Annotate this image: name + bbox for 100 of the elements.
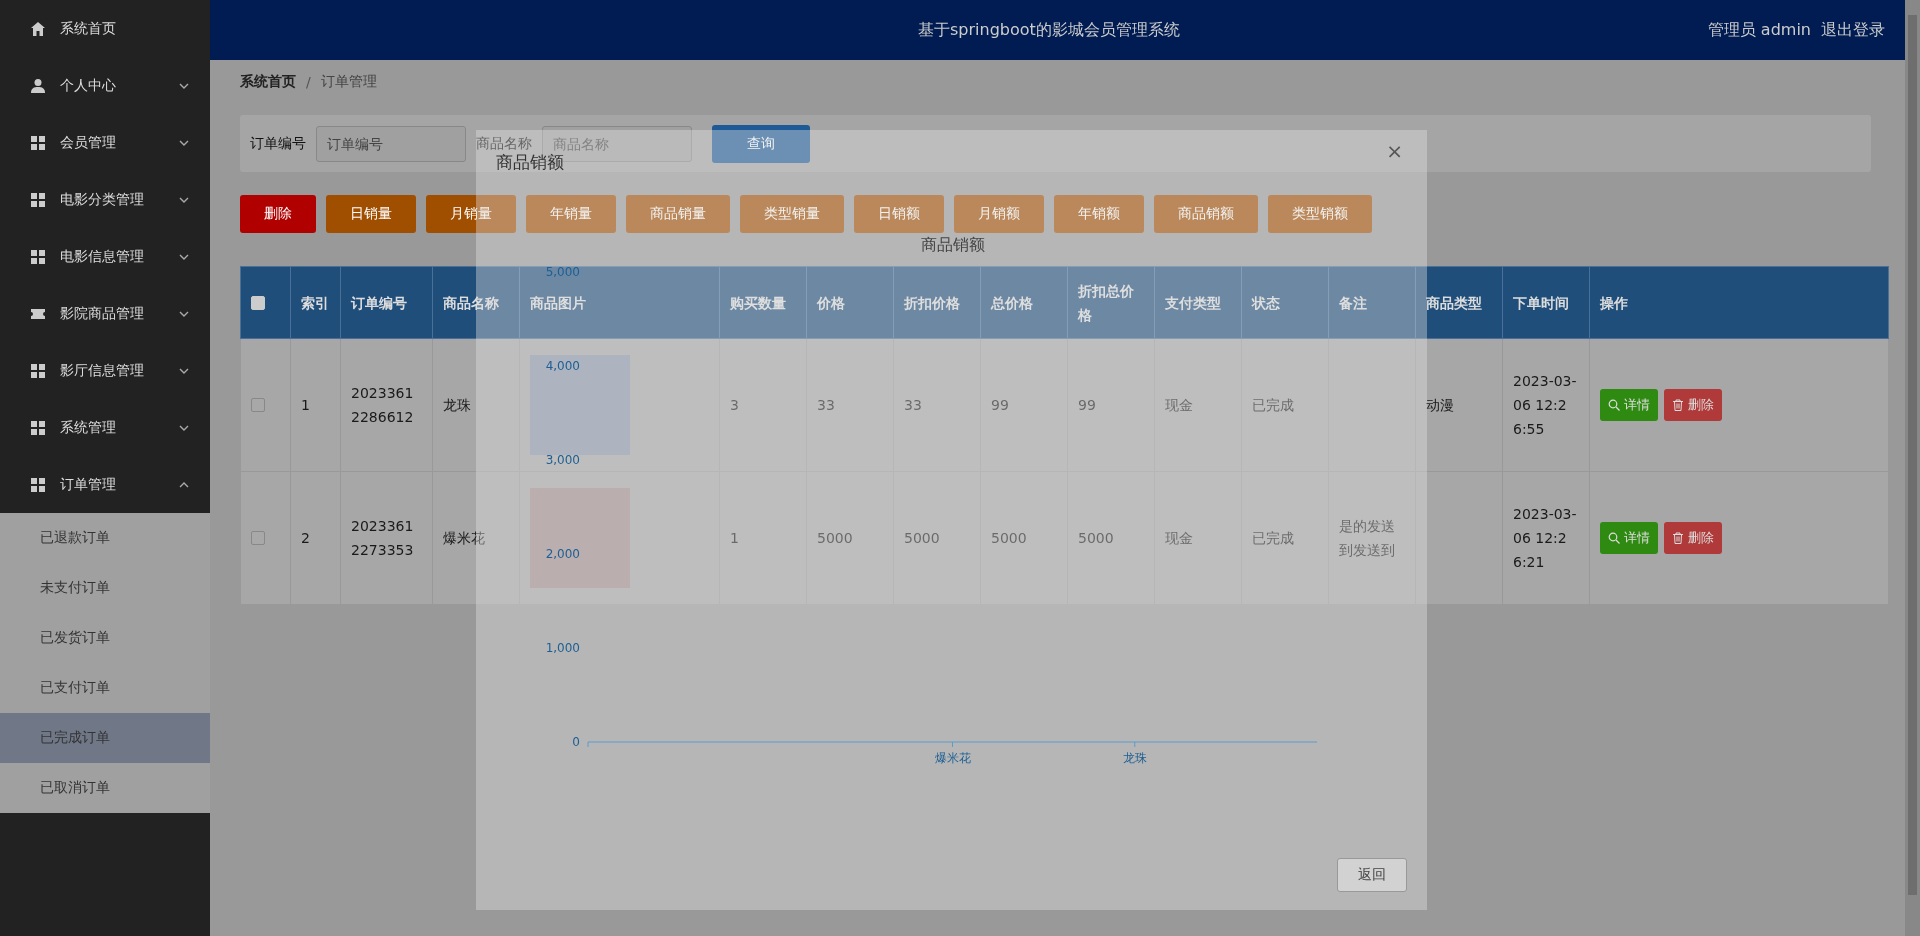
sidebar-item[interactable]: 会员管理 [0, 114, 210, 171]
user-icon [30, 77, 46, 94]
report-button[interactable]: 商品销额 [1154, 195, 1258, 233]
report-button[interactable]: 年销额 [1054, 195, 1144, 233]
sidebar-item[interactable]: 个人中心 [0, 57, 210, 114]
table-cell: 已完成 [1241, 471, 1329, 605]
x-axis-label: 龙珠 [1122, 751, 1147, 765]
table-cell: 2 [290, 471, 341, 605]
user-label: 管理员 admin [1707, 19, 1811, 41]
search-field[interactable]: 订单编号 [316, 125, 466, 162]
submenu-item[interactable]: 已取消订单 [0, 763, 210, 813]
table-cell: 3 [719, 338, 807, 472]
table-cell: 2023-03-06 12:26:55 [1502, 338, 1590, 472]
table-cell: 已完成 [1241, 338, 1329, 472]
y-axis-label: 4,000 [545, 359, 580, 373]
report-button[interactable]: 年销量 [526, 195, 616, 233]
table-cell: 动漫 [1415, 338, 1503, 472]
column-header: 下单时间 [1502, 266, 1590, 339]
column-header: 索引 [290, 266, 341, 339]
y-axis-label: 5,000 [545, 265, 580, 279]
column-header: 总价格 [980, 266, 1068, 339]
delete-button[interactable]: 删除 [1664, 522, 1722, 554]
row-checkbox[interactable] [251, 398, 265, 412]
column-header: 折扣价格 [893, 266, 981, 339]
table-cell: 2023-03-06 12:26:21 [1502, 471, 1590, 605]
breadcrumb-item[interactable]: 系统首页 [240, 73, 296, 91]
column-header: 折扣总价格 [1067, 266, 1155, 339]
table-cell: 99 [1067, 338, 1155, 472]
report-button[interactable]: 日销额 [854, 195, 944, 233]
back-button[interactable]: 返回 [1337, 858, 1407, 892]
report-button[interactable]: 商品销量 [626, 195, 730, 233]
column-header: 购买数量 [719, 266, 807, 339]
column-header: 操作 [1589, 266, 1889, 339]
table-cell: 5000 [980, 471, 1068, 605]
report-button[interactable]: 月销量 [426, 195, 516, 233]
select-all-checkbox[interactable] [251, 295, 265, 310]
sidebar-item[interactable]: 电影信息管理 [0, 228, 210, 285]
table-cell: 20233612273353 [340, 471, 433, 605]
submenu-item[interactable]: 已完成订单 [0, 713, 210, 763]
detail-button[interactable]: 详情 [1600, 389, 1658, 421]
grid-icon [30, 362, 46, 379]
grid-icon [30, 191, 46, 208]
report-button[interactable]: 月销额 [954, 195, 1044, 233]
table-cell: 1 [290, 338, 341, 472]
breadcrumb-item[interactable]: 订单管理 [320, 73, 377, 91]
y-axis-label: 2,000 [545, 547, 580, 561]
sidebar-item[interactable]: 系统首页 [0, 0, 210, 57]
y-axis-label: 1,000 [545, 641, 580, 655]
table-cell: 33 [893, 338, 981, 472]
table-cell: 99 [980, 338, 1068, 472]
report-button[interactable]: 类型销量 [740, 195, 844, 233]
column-header: 商品类型 [1415, 266, 1503, 339]
row-checkbox[interactable] [251, 531, 265, 545]
delete-button[interactable]: 删除 [240, 195, 316, 233]
table-cell: 现金 [1154, 471, 1242, 605]
table-cell: 爆米花 [432, 471, 520, 605]
breadcrumb-separator: / [306, 74, 311, 90]
logout-link[interactable]: 退出登录 [1821, 19, 1885, 41]
column-header: 状态 [1241, 266, 1329, 339]
field-label: 订单编号 [250, 134, 306, 153]
grid-icon [30, 476, 46, 493]
table-cell: 龙珠 [432, 338, 520, 472]
sidebar-item[interactable]: 订单管理 [0, 456, 210, 513]
trash-icon [1672, 399, 1684, 411]
sidebar-item[interactable]: 系统管理 [0, 399, 210, 456]
grid-icon [30, 419, 46, 436]
table-cell: 33 [806, 338, 894, 472]
report-button[interactable]: 类型销额 [1268, 195, 1372, 233]
column-header: 订单编号 [340, 266, 433, 339]
sidebar-item[interactable]: 影厅信息管理 [0, 342, 210, 399]
sidebar-item[interactable]: 影院商品管理 [0, 285, 210, 342]
chart-title: 商品销额 [921, 235, 985, 254]
detail-button[interactable]: 详情 [1600, 522, 1658, 554]
search-button[interactable]: 查询 [712, 124, 810, 163]
column-header: 备注 [1328, 266, 1416, 339]
y-axis-label: 3,000 [545, 453, 580, 467]
home-icon [30, 20, 46, 37]
sidebar-item[interactable]: 电影分类管理 [0, 171, 210, 228]
table-cell: 5000 [806, 471, 894, 605]
table-cell: 5000 [1067, 471, 1155, 605]
close-button[interactable]: × [1386, 139, 1403, 163]
submenu-item[interactable]: 已退款订单 [0, 513, 210, 563]
scrollbar[interactable] [1905, 0, 1920, 936]
submenu-item[interactable]: 已支付订单 [0, 663, 210, 713]
grid-icon [30, 248, 46, 265]
grid-icon [30, 134, 46, 151]
submenu-item[interactable]: 未支付订单 [0, 563, 210, 613]
search-icon [1608, 399, 1620, 411]
column-header: 价格 [806, 266, 894, 339]
field-label: 商品名称 [476, 134, 532, 153]
table-cell: 现金 [1154, 338, 1242, 472]
submenu-item[interactable]: 已发货订单 [0, 613, 210, 663]
delete-button[interactable]: 删除 [1664, 389, 1722, 421]
search-icon [1608, 532, 1620, 544]
report-button[interactable]: 日销量 [326, 195, 416, 233]
y-axis-label: 0 [572, 735, 580, 749]
table-cell: 5000 [893, 471, 981, 605]
table-cell: 是的发送到发送到 [1328, 471, 1416, 605]
table-cell: 1 [719, 471, 807, 605]
x-axis-label: 爆米花 [934, 751, 971, 765]
